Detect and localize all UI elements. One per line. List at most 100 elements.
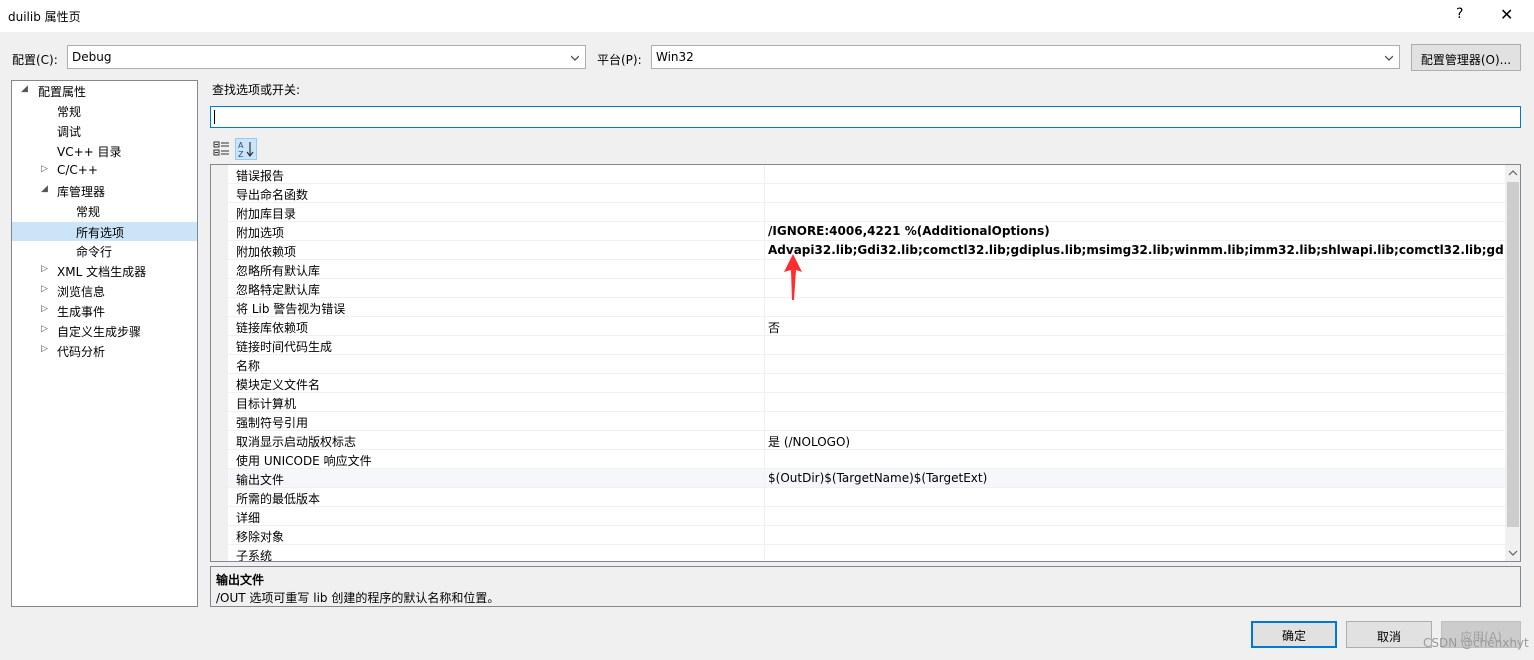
property-row-selected[interactable]: 输出文件 $(OutDir)$(TargetName)$(TargetExt) xyxy=(211,469,1505,488)
tree-item-librarian[interactable]: ◢ 库管理器 xyxy=(12,181,197,200)
expanded-twisty-icon[interactable]: ◢ xyxy=(21,84,28,94)
collapsed-twisty-icon[interactable]: ▷ xyxy=(41,264,48,274)
close-button[interactable]: ✕ xyxy=(1500,5,1513,24)
property-row[interactable]: 错误报告 xyxy=(211,165,1505,184)
tree-item-debugging[interactable]: 调试 xyxy=(12,121,197,140)
expanded-twisty-icon[interactable]: ◢ xyxy=(41,184,48,194)
platform-label: 平台(P): xyxy=(597,53,642,67)
property-name: 附加依赖项 xyxy=(236,245,297,259)
property-row[interactable]: 目标计算机 xyxy=(211,393,1505,412)
tree-item-label: 库管理器 xyxy=(57,185,106,199)
tree-item-label: 生成事件 xyxy=(57,305,106,319)
scroll-down-icon[interactable] xyxy=(1508,549,1518,557)
property-row[interactable]: 链接时间代码生成 xyxy=(211,336,1505,355)
property-name: 链接库依赖项 xyxy=(236,321,309,335)
row-gutter xyxy=(211,412,228,431)
property-row[interactable]: 导出命名函数 xyxy=(211,184,1505,203)
row-gutter xyxy=(211,450,228,469)
collapsed-twisty-icon[interactable]: ▷ xyxy=(41,324,48,334)
column-divider xyxy=(764,526,765,545)
property-grid: 错误报告 导出命名函数 附加库目录 附加选项/IGNORE:4006,4221 … xyxy=(210,164,1521,562)
property-name: 使用 UNICODE 响应文件 xyxy=(236,454,372,468)
property-row[interactable]: 所需的最低版本 xyxy=(211,488,1505,507)
description-text: /OUT 选项可重写 lib 创建的程序的默认名称和位置。 xyxy=(216,591,500,605)
row-gutter xyxy=(211,336,228,355)
scrollbar-thumb[interactable] xyxy=(1507,182,1519,527)
ok-button[interactable]: 确定 xyxy=(1251,621,1337,648)
tree-item-custom-build-step[interactable]: ▷ 自定义生成步骤 xyxy=(12,321,197,340)
row-gutter xyxy=(211,298,228,317)
column-divider xyxy=(764,450,765,469)
config-manager-button[interactable]: 配置管理器(O)... xyxy=(1411,44,1521,71)
tree-item-general[interactable]: 常规 xyxy=(12,101,197,120)
property-value[interactable]: /IGNORE:4006,4221 %(AdditionalOptions) xyxy=(768,224,1504,238)
column-divider xyxy=(764,431,765,450)
collapsed-twisty-icon[interactable]: ▷ xyxy=(41,284,48,294)
property-row[interactable]: 将 Lib 警告视为错误 xyxy=(211,298,1505,317)
property-row[interactable]: 名称 xyxy=(211,355,1505,374)
tree-item-code-analysis[interactable]: ▷ 代码分析 xyxy=(12,341,197,360)
property-row[interactable]: 附加依赖项 Advapi32.lib;Gdi32.lib;comctl32.lib… xyxy=(211,241,1505,260)
property-row[interactable]: 子系统 xyxy=(211,545,1505,561)
property-name: 链接时间代码生成 xyxy=(236,340,333,354)
property-row[interactable]: 移除对象 xyxy=(211,526,1505,545)
property-value[interactable]: Advapi32.lib;Gdi32.lib;comctl32.lib;gdip… xyxy=(768,243,1504,257)
property-row[interactable]: 模块定义文件名 xyxy=(211,374,1505,393)
row-gutter xyxy=(211,165,228,184)
property-value[interactable]: $(OutDir)$(TargetName)$(TargetExt) xyxy=(768,471,1504,485)
column-divider xyxy=(764,241,765,260)
tree-item-vc-directories[interactable]: VC++ 目录 xyxy=(12,141,197,160)
property-name: 附加库目录 xyxy=(236,207,297,221)
tree-item-build-events[interactable]: ▷ 生成事件 xyxy=(12,301,197,320)
title-bar: duilib 属性页 ? ✕ xyxy=(0,0,1534,32)
tree-item-all-options[interactable]: 所有选项 xyxy=(12,222,197,241)
property-value[interactable]: 否 xyxy=(768,319,1504,336)
tree-item-config-properties[interactable]: ◢ 配置属性 xyxy=(12,81,197,100)
text-caret xyxy=(214,110,215,124)
row-gutter xyxy=(211,469,228,488)
collapsed-twisty-icon[interactable]: ▷ xyxy=(41,344,48,354)
tree-item-c-cpp[interactable]: ▷ C/C++ xyxy=(12,161,197,180)
column-divider xyxy=(764,336,765,355)
categorized-view-button[interactable] xyxy=(211,138,233,160)
property-name: 忽略所有默认库 xyxy=(236,264,321,278)
property-row[interactable]: 附加库目录 xyxy=(211,203,1505,222)
tree-item-command-line[interactable]: 命令行 xyxy=(12,241,197,260)
tree-item-xml-doc-generator[interactable]: ▷ XML 文档生成器 xyxy=(12,261,197,280)
search-label: 查找选项或开关: xyxy=(212,83,301,97)
column-divider xyxy=(764,222,765,241)
config-select[interactable]: Debug xyxy=(67,45,586,69)
row-gutter xyxy=(211,203,228,222)
property-value[interactable]: 是 (/NOLOGO) xyxy=(768,433,1504,450)
property-row[interactable]: 忽略特定默认库 xyxy=(211,279,1505,298)
property-name: 错误报告 xyxy=(236,169,285,183)
alphabetical-view-button[interactable]: A Z xyxy=(235,138,257,160)
property-row[interactable]: 取消显示启动版权标志 是 (/NOLOGO) xyxy=(211,431,1505,450)
window-title: duilib 属性页 xyxy=(8,10,81,24)
property-name: 目标计算机 xyxy=(236,397,297,411)
row-gutter xyxy=(211,507,228,526)
tree-item-label: VC++ 目录 xyxy=(57,145,122,159)
collapsed-twisty-icon[interactable]: ▷ xyxy=(41,164,48,174)
tree-item-librarian-general[interactable]: 常规 xyxy=(12,201,197,220)
property-name: 详细 xyxy=(236,511,261,525)
platform-select[interactable]: Win32 xyxy=(651,45,1400,69)
row-gutter xyxy=(211,260,228,279)
vertical-scrollbar[interactable] xyxy=(1505,165,1520,561)
property-name: 将 Lib 警告视为错误 xyxy=(236,302,346,316)
property-row[interactable]: 忽略所有默认库 xyxy=(211,260,1505,279)
property-row[interactable]: 强制符号引用 xyxy=(211,412,1505,431)
scroll-up-icon[interactable] xyxy=(1508,169,1518,177)
property-row[interactable]: 使用 UNICODE 响应文件 xyxy=(211,450,1505,469)
property-row[interactable]: 附加选项/IGNORE:4006,4221 %(AdditionalOption… xyxy=(211,222,1505,241)
search-input[interactable] xyxy=(210,106,1521,128)
column-divider xyxy=(764,317,765,336)
tree-item-browse-info[interactable]: ▷ 浏览信息 xyxy=(12,281,197,300)
svg-text:Z: Z xyxy=(238,150,244,159)
collapsed-twisty-icon[interactable]: ▷ xyxy=(41,304,48,314)
property-row[interactable]: 详细 xyxy=(211,507,1505,526)
property-row[interactable]: 链接库依赖项 否 xyxy=(211,317,1505,336)
help-button[interactable]: ? xyxy=(1456,6,1463,22)
cancel-button[interactable]: 取消 xyxy=(1346,621,1432,648)
property-name: 移除对象 xyxy=(236,530,285,544)
